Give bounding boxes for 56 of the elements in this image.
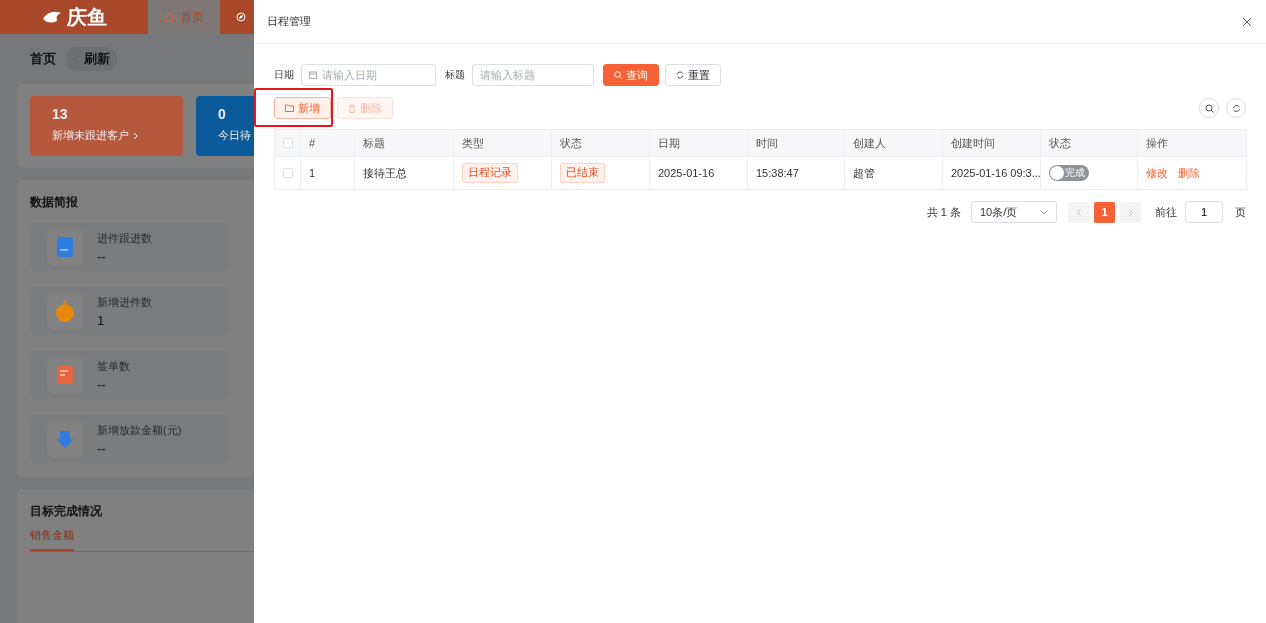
edit-link[interactable]: 修改 bbox=[1146, 166, 1168, 179]
status-toggle[interactable]: 完成 bbox=[1049, 165, 1089, 181]
total-count: 共 1 条 bbox=[926, 204, 961, 220]
column-header: 操作 bbox=[1146, 136, 1168, 149]
stat-label: 今日待 bbox=[218, 128, 251, 143]
table-cell: 2025-01-16 09:3... bbox=[951, 167, 1041, 179]
tile-value: 1 bbox=[97, 312, 106, 328]
column-header: 状态 bbox=[1049, 136, 1071, 149]
title-input[interactable]: 请输入标题 bbox=[480, 65, 586, 85]
tile-label: 新增进件数 bbox=[97, 294, 152, 310]
date-input[interactable]: 请输入日期 bbox=[322, 65, 428, 85]
page-input[interactable]: 1 bbox=[1185, 201, 1223, 223]
page-button[interactable]: 1 bbox=[1094, 201, 1115, 223]
table-cell: 15:38:47 bbox=[756, 167, 799, 179]
title-field[interactable]: 请输入标题 bbox=[472, 64, 594, 86]
tile-label: 签单数 bbox=[97, 358, 130, 374]
tile-value: -- bbox=[97, 440, 107, 456]
table-cell: 超管 bbox=[853, 166, 875, 179]
table-cell: 2025-01-16 bbox=[658, 167, 715, 179]
row-index: 1 bbox=[309, 167, 316, 179]
field-label: 标题 bbox=[445, 68, 465, 82]
tile-label: 进件跟进数 bbox=[97, 230, 152, 246]
logo: 庆鱼 bbox=[0, 0, 148, 34]
date-field[interactable]: 请输入日期 bbox=[301, 64, 436, 86]
type-tag: 日程记录 bbox=[462, 163, 518, 183]
column-header: 标题 bbox=[363, 136, 385, 149]
tile-value: -- bbox=[97, 376, 107, 392]
reset-button[interactable]: 重置 bbox=[665, 64, 721, 86]
goto-label: 前往 bbox=[1155, 204, 1177, 220]
status-tag: 已结束 bbox=[560, 163, 605, 183]
tab[interactable]: 销售金额 bbox=[30, 528, 74, 551]
add-button[interactable]: 新增 bbox=[274, 97, 331, 119]
stat-label: 新增未跟进客户 bbox=[52, 128, 129, 143]
delete-link[interactable]: 删除 bbox=[1178, 166, 1200, 179]
stat-value: 13 bbox=[52, 106, 68, 122]
column-header: 状态 bbox=[560, 136, 582, 149]
drawer-title: 日程管理 bbox=[267, 14, 311, 29]
column-header: 日期 bbox=[658, 136, 680, 149]
section-title: 数据简报 bbox=[29, 194, 79, 211]
table-cell: 接待王总 bbox=[363, 166, 407, 179]
column-header: # bbox=[309, 137, 316, 149]
tile-label: 新增放款金额(元) bbox=[97, 422, 182, 438]
page-suffix: 页 bbox=[1235, 204, 1246, 220]
refresh-button[interactable]: 刷新 bbox=[66, 47, 117, 71]
query-button[interactable]: 查询 bbox=[603, 64, 659, 86]
column-header: 创建时间 bbox=[951, 136, 995, 149]
field-label: 日期 bbox=[274, 68, 294, 82]
section-title: 目标完成情况 bbox=[29, 503, 103, 520]
page-title: 首页 bbox=[30, 50, 56, 68]
column-header: 类型 bbox=[462, 136, 484, 149]
stat-value: 0 bbox=[218, 106, 226, 122]
column-header: 创建人 bbox=[853, 136, 886, 149]
stat-card[interactable]: 13 新增未跟进客户 bbox=[30, 96, 183, 156]
column-header: 时间 bbox=[756, 136, 778, 149]
tile-value: -- bbox=[97, 248, 107, 264]
page-size-select[interactable]: 10条/页 bbox=[971, 201, 1057, 223]
